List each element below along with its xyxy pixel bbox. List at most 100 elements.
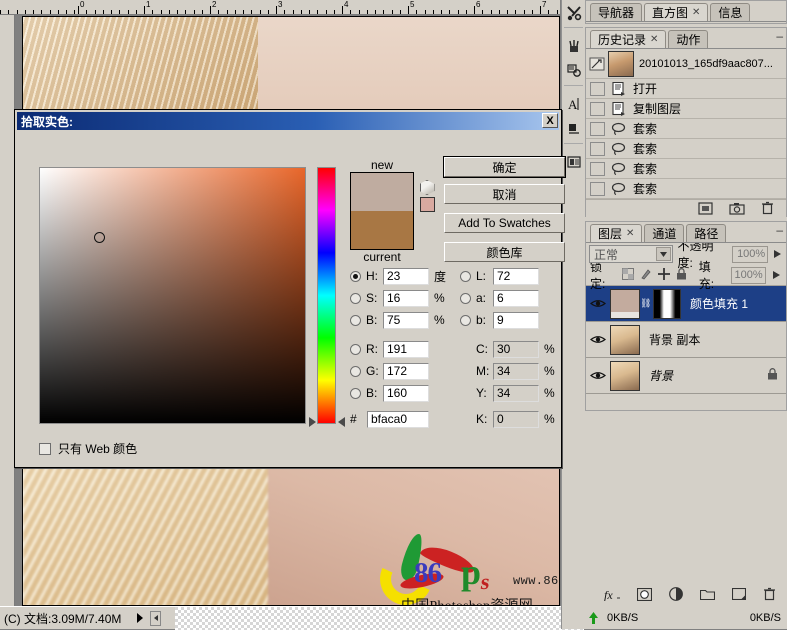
gamut-warning-group[interactable] [418,180,436,212]
paragraph-icon[interactable] [562,117,585,141]
history-snapshot-row[interactable]: 20101013_165df9aac807... [586,49,786,79]
history-item[interactable]: 打开 [586,79,786,99]
input-k[interactable]: 0 [493,410,539,428]
input-m[interactable]: 34 [493,362,539,380]
tab-layers-2[interactable]: 路径 [686,224,727,242]
status-resize-grip[interactable] [150,610,162,626]
fill-value[interactable]: 100% [730,266,766,284]
eye-icon[interactable] [586,334,610,345]
tab-close-icon[interactable]: ✕ [626,228,634,239]
color-libraries-button[interactable]: 颜色库 [444,242,565,262]
input-a[interactable]: 6 [493,289,539,307]
fill-stepper-icon[interactable] [772,267,782,283]
new-snapshot-icon[interactable] [729,202,745,218]
layer-mask-icon[interactable] [636,587,653,604]
minimize-icon-layers[interactable]: – [776,223,783,237]
radio-l[interactable] [460,270,471,282]
chevron-down-icon[interactable] [656,247,672,261]
web-colors-only-checkbox[interactable]: 只有 Web 颜色 [39,440,137,457]
opacity-value[interactable]: 100% [731,245,769,263]
radio-s[interactable] [350,292,361,304]
tab-layers-0[interactable]: 图层 ✕ [590,224,643,242]
tab-navigator-1[interactable]: 直方图 ✕ [644,3,709,21]
radio-b[interactable] [350,387,361,399]
link-mask-icon[interactable]: ⛓ [640,298,651,309]
new-document-icon[interactable] [698,201,713,218]
add-to-swatches-button[interactable]: Add To Swatches [444,213,565,233]
tools-icon[interactable] [562,1,585,25]
history-item[interactable]: 复制图层 [586,99,786,119]
layer-comps-icon[interactable] [562,150,585,174]
radio-b[interactable] [460,314,471,326]
input-b[interactable]: 160 [383,384,429,402]
history-state-checkbox[interactable] [590,81,605,96]
tab-close-icon[interactable]: ✕ [650,34,658,45]
close-icon[interactable]: X [542,113,558,128]
ok-button[interactable]: 确定 [443,156,566,178]
tab-close-icon[interactable]: ✕ [692,7,700,18]
web-safe-alternate-swatch[interactable] [419,197,435,212]
history-item[interactable]: 套索 [586,159,786,179]
layer-thumbnail[interactable] [610,288,640,319]
layer-row[interactable]: 背景 [586,358,786,394]
layer-style-icon[interactable]: fx [604,588,620,604]
web-safe-cube-icon[interactable] [419,180,435,195]
lock-position-icon[interactable] [657,267,670,283]
layer-row[interactable]: 背景 副本 [586,322,786,358]
tool-presets-icon[interactable] [562,59,585,83]
brushes-icon[interactable] [562,34,585,58]
input-b[interactable]: 9 [493,311,539,329]
radio-r[interactable] [350,343,361,355]
opacity-stepper-icon[interactable] [772,246,783,262]
radio-h[interactable] [350,270,361,282]
radio-a[interactable] [460,292,471,304]
radio-g[interactable] [350,365,361,377]
new-layer-icon[interactable] [731,587,747,603]
lock-image-icon[interactable] [640,268,652,283]
radio-b[interactable] [350,314,361,326]
color-field-cursor[interactable] [94,232,105,243]
character-icon[interactable]: A [562,92,585,116]
input-h[interactable]: 23 [383,267,429,285]
lock-all-icon[interactable] [676,267,687,283]
history-state-checkbox[interactable] [590,121,605,136]
input-l[interactable]: 72 [493,267,539,285]
new-group-icon[interactable] [699,588,716,603]
history-item[interactable]: 套索 [586,179,786,199]
history-item[interactable]: 套索 [586,139,786,159]
tab-layers-1[interactable]: 通道 [644,224,685,242]
input-b[interactable]: 75 [383,311,429,329]
color-field[interactable] [39,167,306,424]
hue-slider[interactable] [317,167,336,424]
input-y[interactable]: 34 [493,384,539,402]
dialog-titlebar[interactable]: 拾取实色: X [17,112,559,130]
history-state-checkbox[interactable] [590,101,605,116]
delete-icon[interactable] [761,201,774,218]
eye-icon[interactable] [586,370,610,381]
input-c[interactable]: 30 [493,340,539,358]
blend-mode-select[interactable]: 正常 [589,245,674,263]
checkbox-box[interactable] [39,442,51,455]
input-s[interactable]: 16 [383,289,429,307]
layer-thumbnail[interactable] [610,324,640,355]
new-color-swatch[interactable] [351,173,413,211]
cancel-button[interactable]: 取消 [444,184,565,204]
lock-transparent-icon[interactable] [621,267,634,283]
input-g[interactable]: 172 [383,362,429,380]
history-state-checkbox[interactable] [590,141,605,156]
history-state-checkbox[interactable] [590,161,605,176]
eye-icon[interactable] [586,298,610,309]
color-picker-dialog[interactable]: 拾取实色: X 只有 Web 颜色 new current 确定 取消 Add … [14,109,566,468]
minimize-icon[interactable]: – [776,29,783,43]
history-state-checkbox[interactable] [590,181,605,196]
input-r[interactable]: 191 [383,340,429,358]
hex-input[interactable]: bfaca0 [367,410,429,428]
tab-history-0[interactable]: 历史记录 ✕ [590,30,667,48]
tab-history-1[interactable]: 动作 [668,30,709,48]
layer-row[interactable]: ⛓ 颜色填充 1 [586,286,786,322]
tab-navigator-0[interactable]: 导航器 [590,3,643,21]
color-swatch-box[interactable] [350,172,414,250]
status-expand-button[interactable] [133,609,148,627]
layer-mask-thumbnail[interactable] [653,288,681,319]
history-item[interactable]: 套索 [586,119,786,139]
